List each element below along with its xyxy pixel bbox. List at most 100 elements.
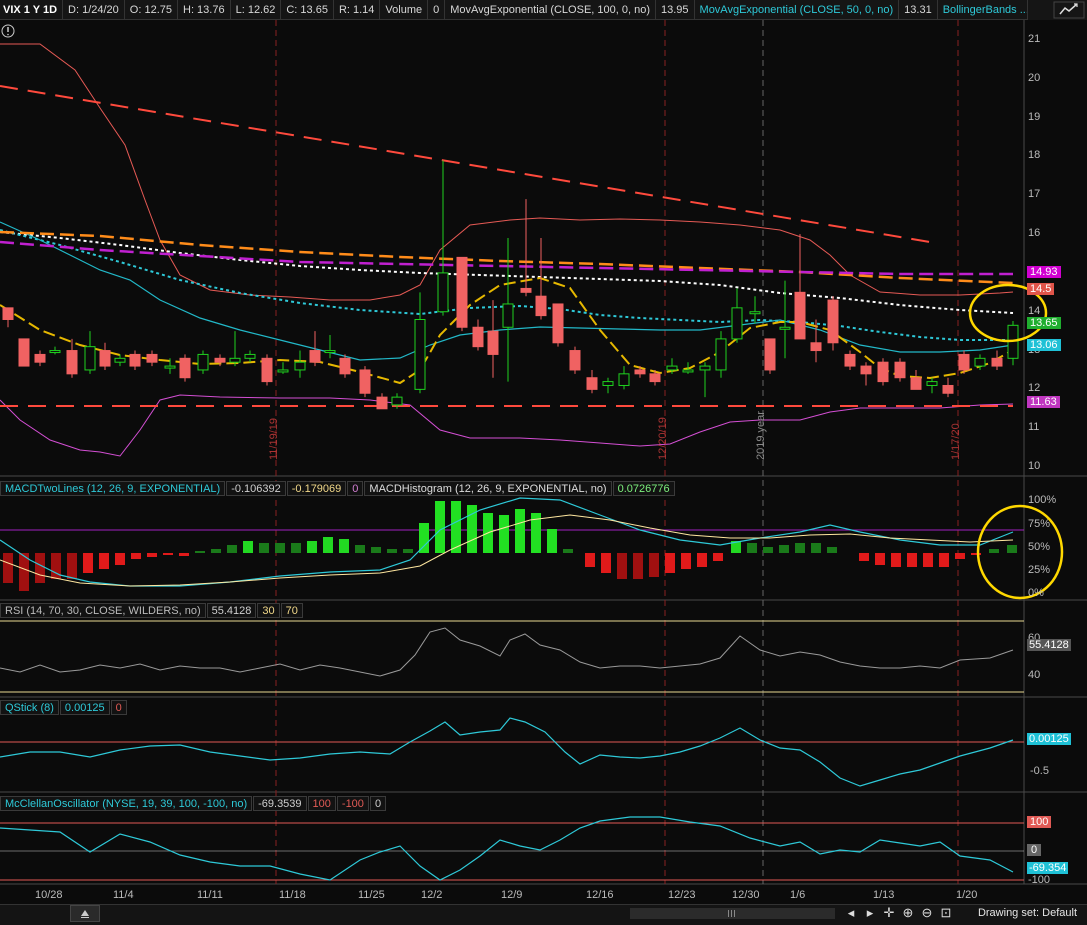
candle-body bbox=[682, 369, 694, 373]
macd-histogram-bar bbox=[747, 543, 757, 553]
macd-histogram-bar bbox=[795, 543, 805, 553]
macd-value2: -0.179069 bbox=[286, 481, 347, 496]
macd-histogram-bar bbox=[891, 553, 901, 567]
qstick-badge: 0.00125 bbox=[1027, 733, 1071, 745]
drawing-set-label[interactable]: Drawing set: Default bbox=[978, 907, 1077, 919]
price-pane[interactable] bbox=[0, 24, 1048, 457]
macd-histogram-bar bbox=[875, 553, 885, 565]
macd-histogram-bar bbox=[227, 545, 237, 553]
mcclellan-pane[interactable] bbox=[0, 816, 1024, 881]
date-tick: 12/16 bbox=[586, 889, 614, 901]
rsi-label[interactable]: RSI (14, 70, 30, CLOSE, WILDERS, no) bbox=[0, 603, 206, 618]
date-tick: 1/20 bbox=[956, 889, 978, 901]
candle-body bbox=[84, 346, 96, 371]
rsi-tick-40: 40 bbox=[1028, 669, 1041, 681]
macd-header: MACDTwoLines (12, 26, 9, EXPONENTIAL) -0… bbox=[0, 479, 676, 498]
scroll-next-icon[interactable]: ▸ bbox=[862, 905, 878, 921]
macd-histogram-bar bbox=[665, 553, 675, 573]
macd-histogram-bar bbox=[35, 553, 45, 583]
price-badge: 14.5 bbox=[1027, 283, 1055, 295]
vertical-date-label: 2019 year bbox=[755, 411, 767, 460]
macd-histogram-bar bbox=[211, 549, 221, 553]
alert-icon[interactable] bbox=[1, 24, 15, 38]
macd-pane[interactable] bbox=[0, 497, 1064, 600]
macd-histogram-bar bbox=[291, 543, 301, 553]
macd-histogram-bar bbox=[499, 515, 509, 553]
candle-body bbox=[2, 307, 14, 320]
candle-body bbox=[339, 357, 351, 375]
candle-body bbox=[602, 381, 614, 386]
candle-body bbox=[129, 353, 141, 367]
qstick-header: QStick (8) 0.00125 0 bbox=[0, 698, 128, 717]
price-tick: 12 bbox=[1028, 382, 1041, 395]
vertical-date-label: 1/17/20 bbox=[950, 423, 962, 460]
candle-body bbox=[114, 357, 126, 363]
macd-histogram-bar bbox=[419, 523, 429, 553]
scroll-left-button[interactable] bbox=[70, 905, 100, 922]
candle-body bbox=[359, 369, 371, 394]
candle-body bbox=[261, 357, 273, 383]
mcclellan-zero: 0 bbox=[369, 796, 387, 811]
candle-body bbox=[618, 373, 630, 386]
candle-body bbox=[244, 353, 256, 359]
date-tick: 11/4 bbox=[113, 889, 134, 901]
candle-body bbox=[731, 307, 743, 340]
candle-body bbox=[552, 303, 564, 344]
rsi-pane[interactable] bbox=[0, 620, 1024, 693]
candle-body bbox=[926, 381, 938, 386]
vertical-date-label: 12/20/19 bbox=[657, 417, 669, 460]
macd-value1: -0.106392 bbox=[226, 481, 286, 496]
date-tick: 1/6 bbox=[790, 889, 806, 901]
chart-canvas[interactable] bbox=[0, 0, 1087, 904]
candle-body bbox=[894, 361, 906, 379]
mcclellan-up-badge: 100 bbox=[1027, 816, 1052, 828]
candle-body bbox=[586, 377, 598, 390]
candle-body bbox=[472, 326, 484, 348]
candlesticks[interactable] bbox=[2, 160, 1019, 410]
macd-histogram-bar bbox=[971, 553, 981, 555]
candle-body bbox=[779, 326, 791, 330]
price-tick: 14 bbox=[1028, 304, 1041, 317]
macd-histogram-bar bbox=[955, 553, 965, 559]
zoom-in-icon[interactable]: ⊕ bbox=[900, 905, 916, 921]
macd-histogram-bar bbox=[259, 543, 269, 553]
candle-body bbox=[749, 311, 761, 315]
qstick-value: 0.00125 bbox=[59, 700, 110, 715]
date-tick: 12/30 bbox=[732, 889, 760, 901]
mcclellan-label[interactable]: McClellanOscillator (NYSE, 19, 39, 100, … bbox=[0, 796, 253, 811]
price-tick: 21 bbox=[1028, 33, 1041, 45]
vertical-markers bbox=[275, 20, 959, 884]
magenta-ma-line bbox=[0, 240, 1013, 276]
macd-histogram-bar bbox=[713, 553, 723, 561]
macd-hist-label[interactable]: MACDHistogram (12, 26, 9, EXPONENTIAL, n… bbox=[364, 481, 612, 496]
candle-body bbox=[535, 295, 547, 317]
macd-histogram-bar bbox=[989, 549, 999, 553]
mcclellan-down: -100 bbox=[336, 796, 369, 811]
date-tick: 1/13 bbox=[873, 889, 895, 901]
candle-body bbox=[487, 330, 499, 355]
candle-body bbox=[764, 338, 776, 371]
qstick-pane[interactable] bbox=[0, 717, 1024, 787]
horizontal-scrollbar[interactable] bbox=[630, 908, 835, 919]
macd-histogram-bar bbox=[435, 501, 445, 553]
candle-body bbox=[699, 365, 711, 371]
mcclellan-badge: -69.354 bbox=[1027, 862, 1069, 874]
zoom-box-icon[interactable]: ⊡ bbox=[938, 905, 954, 921]
date-tick: 12/23 bbox=[668, 889, 696, 901]
scroll-prev-icon[interactable]: ◂ bbox=[843, 905, 859, 921]
candle-body bbox=[942, 384, 954, 394]
macd-histogram-bar bbox=[563, 549, 573, 553]
price-tick: 19 bbox=[1028, 110, 1041, 123]
macd-lines-label[interactable]: MACDTwoLines (12, 26, 9, EXPONENTIAL) bbox=[0, 481, 226, 496]
candle-body bbox=[520, 287, 532, 293]
crosshair-icon[interactable]: ✛ bbox=[881, 905, 897, 921]
macd-histogram-bar bbox=[371, 547, 381, 553]
macd-histogram-bar bbox=[387, 549, 397, 553]
qstick-label[interactable]: QStick (8) bbox=[0, 700, 59, 715]
price-tick: 16 bbox=[1028, 227, 1041, 240]
macd-histogram-bar bbox=[547, 529, 557, 553]
macd-histogram-bar bbox=[243, 541, 253, 553]
qstick-line bbox=[0, 717, 1014, 787]
zoom-out-icon[interactable]: ⊖ bbox=[919, 905, 935, 921]
macd-histogram-bar bbox=[147, 553, 157, 557]
